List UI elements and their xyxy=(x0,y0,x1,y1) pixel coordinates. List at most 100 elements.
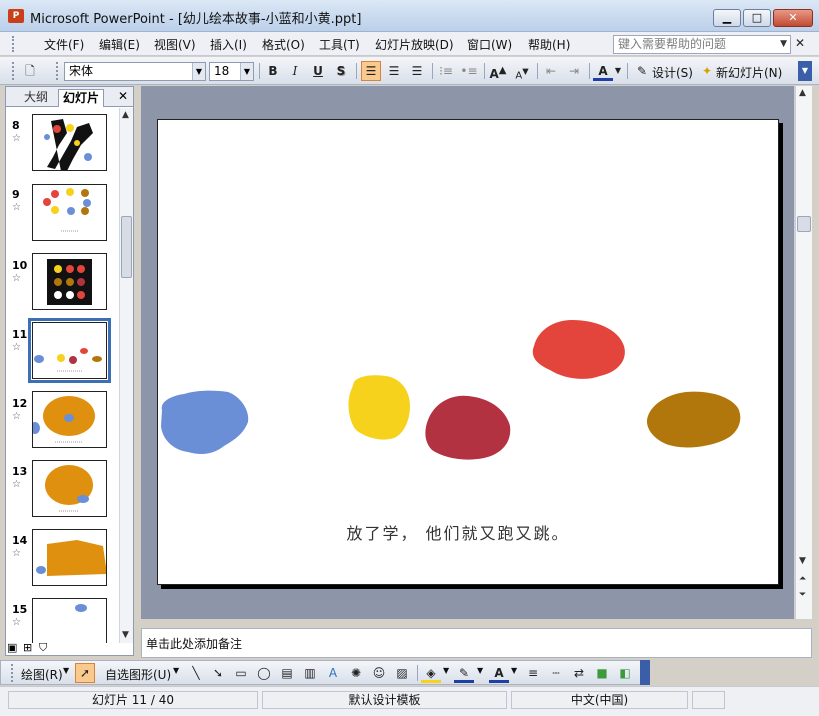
chevron-down-icon[interactable]: ▼ xyxy=(63,666,69,675)
tab-slides[interactable]: 幻灯片 xyxy=(58,89,105,107)
new-slide-icon[interactable]: ✦ xyxy=(697,61,717,81)
chevron-down-icon[interactable]: ▼ xyxy=(613,61,623,81)
thumbnail-scrollbar[interactable]: ▲ ▼ xyxy=(119,108,133,643)
scrollbar-thumb[interactable] xyxy=(121,216,132,278)
line-icon[interactable]: ╲ xyxy=(186,663,206,683)
increase-indent-icon[interactable]: ⇥ xyxy=(564,61,584,81)
scroll-up-icon[interactable]: ▲ xyxy=(799,88,806,98)
menu-file[interactable]: 文件(F) xyxy=(44,36,84,53)
bold-button[interactable]: B xyxy=(263,61,283,81)
font-color-icon[interactable]: A xyxy=(593,61,613,81)
toolbar-grip-icon[interactable] xyxy=(11,664,15,682)
dash-style-icon[interactable]: ┄ xyxy=(546,663,566,683)
slide-thumbnail-11[interactable] xyxy=(28,318,111,383)
toolbar-grip-icon[interactable] xyxy=(56,62,60,80)
3d-style-icon[interactable]: ◧ xyxy=(615,663,635,683)
align-center-icon[interactable]: ☰ xyxy=(384,61,404,81)
slide-thumbnail-8[interactable] xyxy=(32,114,107,171)
slide-thumbnail-13[interactable] xyxy=(32,460,107,517)
insert-picture-icon[interactable]: ▨ xyxy=(392,663,412,683)
current-slide[interactable]: 放了学， 他们就又跑又跳。 xyxy=(157,119,779,585)
bulleted-list-icon[interactable]: •≡ xyxy=(459,61,479,81)
chevron-down-icon[interactable]: ▼ xyxy=(240,63,253,80)
font-color-icon[interactable]: A xyxy=(489,663,509,683)
vertical-text-box-icon[interactable]: ▥ xyxy=(300,663,320,683)
slide-thumbnail-14[interactable] xyxy=(32,529,107,586)
scrollbar-thumb[interactable] xyxy=(797,216,811,232)
toolbar-options-icon[interactable] xyxy=(640,660,650,685)
text-box-icon[interactable]: ▤ xyxy=(277,663,297,683)
menu-help[interactable]: 帮助(H) xyxy=(528,36,570,53)
slideshow-view-icon[interactable]: ⛉ xyxy=(39,641,47,655)
pane-close-icon[interactable]: ✕ xyxy=(118,89,128,103)
draw-menu-button[interactable]: 绘图(R) xyxy=(21,666,63,683)
design-icon[interactable]: ✎ xyxy=(632,61,652,81)
font-size-select[interactable]: 18 ▼ xyxy=(209,62,254,81)
slide-thumbnail-10[interactable] xyxy=(32,253,107,310)
line-style-icon[interactable]: ≡ xyxy=(523,663,543,683)
autoshapes-button[interactable]: 自选图形(U) xyxy=(105,666,171,683)
menu-format[interactable]: 格式(O) xyxy=(262,36,305,53)
diagram-icon[interactable]: ✺ xyxy=(346,663,366,683)
close-button[interactable]: ✕ xyxy=(773,9,813,27)
notes-pane[interactable]: 单击此处添加备注 xyxy=(141,628,812,658)
decrease-indent-icon[interactable]: ⇤ xyxy=(541,61,561,81)
scroll-up-icon[interactable]: ▲ xyxy=(122,110,129,120)
menu-grip-icon[interactable] xyxy=(12,36,16,52)
menu-view[interactable]: 视图(V) xyxy=(154,36,196,53)
slide-thumbnail-12[interactable] xyxy=(32,391,107,448)
design-button[interactable]: 设计(S) xyxy=(652,64,693,81)
previous-slide-icon[interactable]: ⏶ xyxy=(799,574,806,584)
help-dropdown-icon[interactable]: ▼ xyxy=(780,36,787,53)
fill-color-icon[interactable]: ◈ xyxy=(421,663,441,683)
select-pointer-icon[interactable]: ➚ xyxy=(75,663,95,683)
normal-view-icon[interactable]: ▣ xyxy=(7,641,17,654)
italic-button[interactable]: I xyxy=(285,61,305,81)
document-close-icon[interactable]: ✕ xyxy=(795,36,805,50)
chevron-down-icon[interactable]: ▼ xyxy=(477,666,483,675)
menu-slideshow[interactable]: 幻灯片放映(D) xyxy=(375,36,454,53)
next-slide-icon[interactable]: ⏷ xyxy=(799,590,806,600)
clip-art-icon[interactable]: ☺ xyxy=(369,663,389,683)
align-left-icon[interactable]: ☰ xyxy=(361,61,381,81)
align-right-icon[interactable]: ☰ xyxy=(407,61,427,81)
wordart-icon[interactable]: A xyxy=(323,663,343,683)
slide-thumbnail-9[interactable] xyxy=(32,184,107,241)
numbered-list-icon[interactable]: ⁝≡ xyxy=(436,61,456,81)
powerpoint-app-icon[interactable]: P xyxy=(8,9,24,23)
menu-tools[interactable]: 工具(T) xyxy=(319,36,360,53)
increase-font-icon[interactable]: A▲ xyxy=(488,61,508,81)
minimize-button[interactable]: ▁ xyxy=(713,9,741,27)
shadow-button[interactable]: S xyxy=(331,61,351,81)
menu-edit[interactable]: 编辑(E) xyxy=(99,36,140,53)
new-document-icon[interactable]: 🗋 xyxy=(20,61,40,81)
menu-insert[interactable]: 插入(I) xyxy=(210,36,247,53)
slide-sorter-icon[interactable]: ⊞ xyxy=(23,641,32,654)
arrow-style-icon[interactable]: ⇄ xyxy=(569,663,589,683)
toolbar-grip-icon[interactable] xyxy=(12,62,16,80)
underline-button[interactable]: U xyxy=(308,61,328,81)
line-color-icon[interactable]: ✎ xyxy=(454,663,474,683)
oval-icon[interactable]: ◯ xyxy=(254,663,274,683)
chevron-down-icon[interactable]: ▼ xyxy=(443,666,449,675)
main-scrollbar[interactable]: ▲ ▼ ⏶ ⏷ xyxy=(795,86,812,619)
toolbar-options-icon[interactable]: ▼ xyxy=(798,61,812,81)
chevron-down-icon[interactable]: ▼ xyxy=(192,63,205,80)
menu-window[interactable]: 窗口(W) xyxy=(467,36,512,53)
decrease-font-icon[interactable]: A▼ xyxy=(512,61,532,81)
scroll-down-icon[interactable]: ▼ xyxy=(799,556,806,566)
design-template-status[interactable]: 默认设计模板 xyxy=(262,691,507,709)
arrow-icon[interactable]: ➘ xyxy=(208,663,228,683)
new-slide-button[interactable]: 新幻灯片(N) xyxy=(716,64,782,81)
rectangle-icon[interactable]: ▭ xyxy=(231,663,251,683)
help-search-input[interactable]: 键入需要帮助的问题 ▼ xyxy=(613,35,791,54)
chevron-down-icon[interactable]: ▼ xyxy=(173,666,179,675)
chevron-down-icon[interactable]: ▼ xyxy=(511,666,517,675)
font-name-value: 宋体 xyxy=(69,64,94,78)
scroll-down-icon[interactable]: ▼ xyxy=(122,630,129,640)
font-name-select[interactable]: 宋体 ▼ xyxy=(64,62,206,81)
tab-outline[interactable]: 大纲 xyxy=(20,89,52,107)
shadow-style-icon[interactable]: ■ xyxy=(592,663,612,683)
slide-thumbnail-15[interactable] xyxy=(32,598,107,643)
maximize-button[interactable]: □ xyxy=(743,9,771,27)
